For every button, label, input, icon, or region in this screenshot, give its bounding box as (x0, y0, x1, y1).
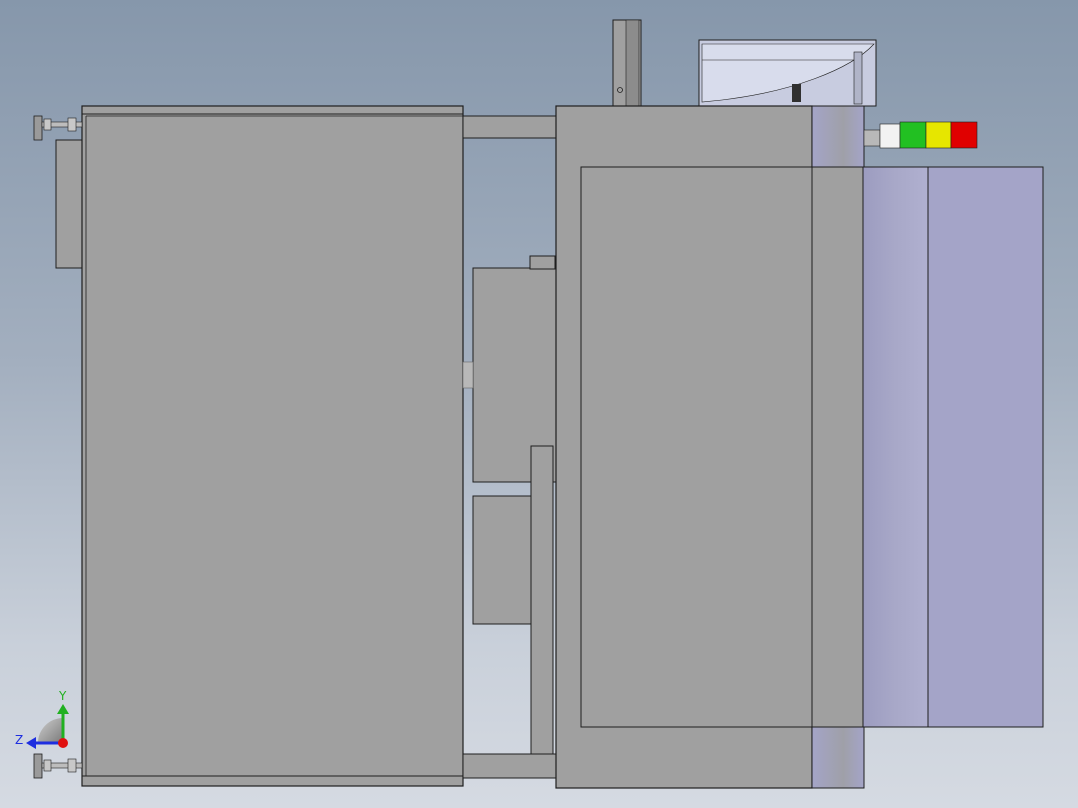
frame-rail-top (462, 115, 557, 139)
tower-light[interactable] (863, 121, 978, 149)
middle-module[interactable] (462, 255, 557, 755)
frame-rail-bottom (462, 753, 557, 779)
tower-light-white (879, 123, 901, 149)
tower-light-red (950, 121, 978, 149)
right-machine[interactable] (555, 105, 865, 789)
hmi-screen[interactable] (698, 39, 877, 107)
triad-z-arrow-icon (26, 737, 36, 749)
triad-arc (38, 718, 63, 743)
middle-shaft (462, 361, 474, 389)
triad-y-arrow-icon (57, 704, 69, 714)
left-cabinet-body[interactable] (81, 105, 464, 787)
middle-vertical-post (530, 445, 554, 755)
tower-light-yellow (925, 121, 952, 149)
view-triad[interactable]: Y Z (15, 689, 69, 749)
left-cabinet[interactable] (55, 105, 464, 787)
triad-z-label: Z (15, 733, 23, 747)
leveling-foot-bottom (33, 753, 83, 779)
model-view[interactable]: Y Z (0, 0, 1078, 808)
side-panel-band (862, 166, 929, 728)
tower-light-green (899, 121, 927, 149)
triad-origin (58, 738, 68, 748)
monitor-arm[interactable] (612, 19, 642, 107)
right-machine-front-door[interactable] (580, 166, 864, 728)
leveling-foot-top (33, 115, 83, 141)
middle-lower-box[interactable] (472, 495, 532, 625)
graphics-viewport[interactable]: Y Z (0, 0, 1078, 808)
triad-y-label: Y (58, 689, 67, 703)
tower-light-mount (863, 129, 881, 147)
middle-upper-box-tab (529, 255, 556, 270)
left-cabinet-side-plate (55, 139, 83, 269)
side-panel[interactable] (862, 166, 1044, 728)
side-panel-main[interactable] (927, 166, 1044, 728)
